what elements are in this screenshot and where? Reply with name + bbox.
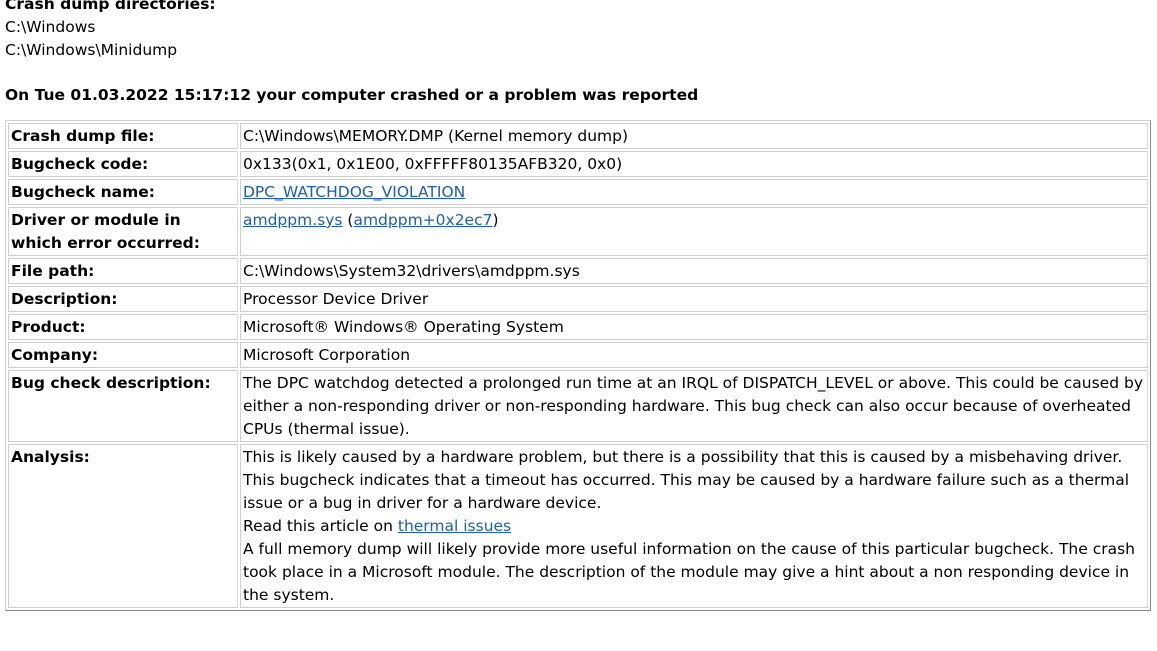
table-row: Driver or module in which error occurred… bbox=[8, 207, 1148, 256]
crash-dump-directories-heading: Crash dump directories: bbox=[5, 0, 216, 13]
table-row: Product: Microsoft® Windows® Operating S… bbox=[8, 314, 1148, 340]
table-row: File path: C:\Windows\System32\drivers\a… bbox=[8, 258, 1148, 284]
analysis-paragraph: Read this article on thermal issues bbox=[243, 515, 1145, 538]
table-row: Bug check description: The DPC watchdog … bbox=[8, 370, 1148, 442]
row-label: Bugcheck code: bbox=[8, 151, 238, 177]
table-row: Crash dump file: C:\Windows\MEMORY.DMP (… bbox=[8, 123, 1148, 149]
analysis-link-prefix: Read this article on bbox=[243, 517, 398, 535]
analysis-paragraph: This bugcheck indicates that a timeout h… bbox=[243, 471, 1130, 512]
row-label: Driver or module in which error occurred… bbox=[8, 207, 238, 256]
row-label: Analysis: bbox=[8, 444, 238, 608]
row-label: Bug check description: bbox=[8, 370, 238, 442]
bug-check-description-value: The DPC watchdog detected a prolonged ru… bbox=[240, 370, 1148, 442]
table-row: Bugcheck name: DPC_WATCHDOG_VIOLATION bbox=[8, 179, 1148, 205]
analysis-paragraph: This is likely caused by a hardware prob… bbox=[243, 448, 1123, 466]
file-path-value: C:\Windows\System32\drivers\amdppm.sys bbox=[240, 258, 1148, 284]
row-label: Description: bbox=[8, 286, 238, 312]
row-label: Bugcheck name: bbox=[8, 179, 238, 205]
table-row: Company: Microsoft Corporation bbox=[8, 342, 1148, 368]
table-row: Description: Processor Device Driver bbox=[8, 286, 1148, 312]
table-row: Bugcheck code: 0x133(0x1, 0x1E00, 0xFFFF… bbox=[8, 151, 1148, 177]
product-value: Microsoft® Windows® Operating System bbox=[240, 314, 1148, 340]
analysis-cell: This is likely caused by a hardware prob… bbox=[240, 444, 1148, 608]
driver-link[interactable]: amdppm.sys bbox=[243, 211, 342, 229]
row-label: Product: bbox=[8, 314, 238, 340]
driver-paren-close: ) bbox=[492, 211, 499, 229]
thermal-issues-link[interactable]: thermal issues bbox=[398, 517, 511, 535]
bugcheck-code-value: 0x133(0x1, 0x1E00, 0xFFFFF80135AFB320, 0… bbox=[240, 151, 1148, 177]
row-label: Company: bbox=[8, 342, 238, 368]
report-page: Crash dump directories: C:\Windows C:\Wi… bbox=[5, 0, 1151, 611]
driver-cell: amdppm.sys (amdppm+0x2ec7) bbox=[240, 207, 1148, 256]
driver-offset-link[interactable]: amdppm+0x2ec7 bbox=[353, 211, 492, 229]
crash-title: On Tue 01.03.2022 15:17:12 your computer… bbox=[5, 86, 699, 104]
crash-details-table: Crash dump file: C:\Windows\MEMORY.DMP (… bbox=[5, 120, 1151, 611]
driver-paren-open: ( bbox=[342, 211, 354, 229]
dump-directory: C:\Windows\Minidump bbox=[5, 41, 178, 59]
table-row: Analysis: This is likely caused by a har… bbox=[8, 444, 1148, 608]
bugcheck-name-link[interactable]: DPC_WATCHDOG_VIOLATION bbox=[243, 183, 465, 201]
row-label: File path: bbox=[8, 258, 238, 284]
description-value: Processor Device Driver bbox=[240, 286, 1148, 312]
company-value: Microsoft Corporation bbox=[240, 342, 1148, 368]
row-label: Crash dump file: bbox=[8, 123, 238, 149]
crash-dump-file-value: C:\Windows\MEMORY.DMP (Kernel memory dum… bbox=[240, 123, 1148, 149]
bugcheck-name-cell: DPC_WATCHDOG_VIOLATION bbox=[240, 179, 1148, 205]
analysis-paragraph: A full memory dump will likely provide m… bbox=[243, 540, 1135, 604]
dump-directory: C:\Windows bbox=[5, 18, 96, 36]
